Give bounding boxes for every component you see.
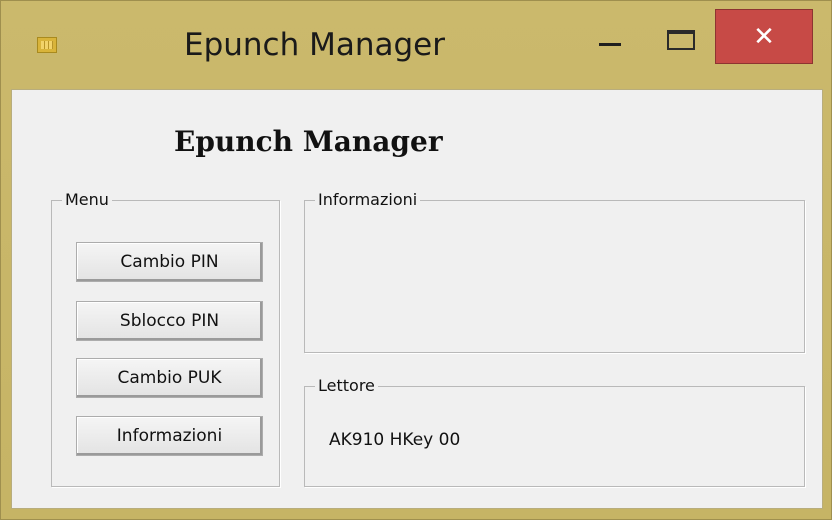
sblocco-pin-button[interactable]: Sblocco PIN: [76, 301, 263, 341]
client-area: Epunch Manager Menu Cambio PIN Sblocco P…: [11, 89, 823, 509]
smartcard-chip-icon[interactable]: [37, 37, 57, 53]
menu-legend: Menu: [62, 189, 112, 211]
page-title: Epunch Manager: [174, 125, 443, 158]
app-window: Epunch Manager ✕ Epunch Manager Menu Cam…: [0, 0, 832, 520]
window-title: Epunch Manager: [184, 27, 445, 63]
maximize-button[interactable]: [663, 27, 697, 55]
close-icon: ✕: [753, 21, 775, 52]
menu-groupbox: Menu Cambio PIN Sblocco PIN Cambio PUK I…: [51, 189, 280, 487]
reader-legend: Lettore: [315, 375, 378, 397]
minimize-button[interactable]: [597, 27, 633, 57]
cambio-puk-button[interactable]: Cambio PUK: [76, 358, 263, 398]
info-groupbox: Informazioni: [304, 189, 805, 353]
informazioni-button[interactable]: Informazioni: [76, 416, 263, 456]
info-legend: Informazioni: [315, 189, 421, 211]
close-button[interactable]: ✕: [715, 9, 813, 64]
reader-name: AK910 HKey 00: [329, 430, 461, 450]
title-bar[interactable]: Epunch Manager ✕: [1, 1, 831, 89]
reader-groupbox: Lettore AK910 HKey 00: [304, 375, 805, 487]
cambio-pin-button[interactable]: Cambio PIN: [76, 242, 263, 282]
